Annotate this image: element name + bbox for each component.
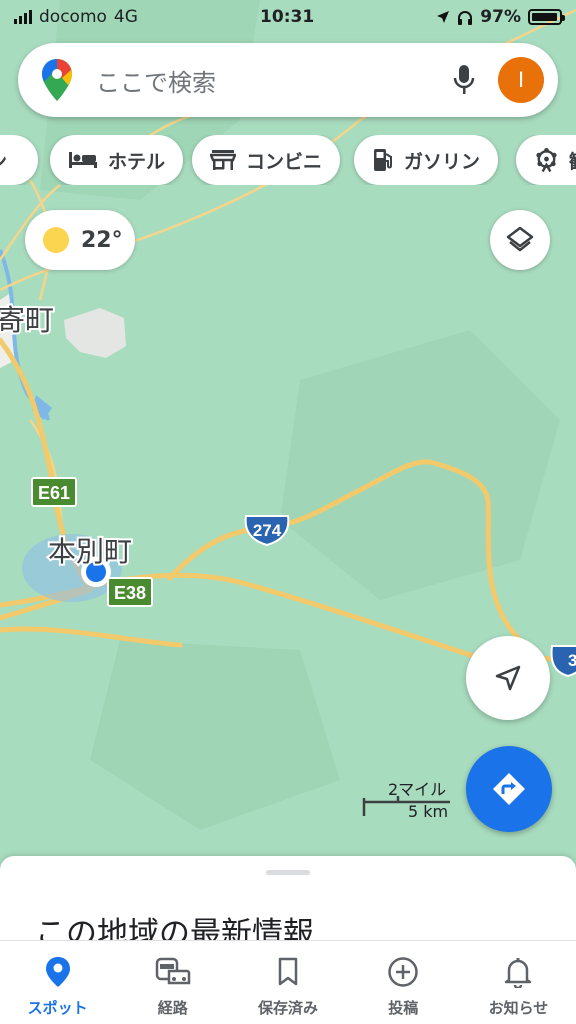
add-circle-icon [388, 957, 418, 987]
chip-restaurant[interactable]: ン [0, 135, 38, 185]
microphone-icon [453, 65, 475, 94]
attraction-icon [536, 147, 557, 173]
commute-icon [155, 957, 191, 985]
chip-label: 観 [569, 147, 576, 174]
shield-e61: E61 [31, 477, 77, 507]
town-label-north: 寄町 [0, 303, 54, 337]
nav-label: 投稿 [388, 999, 419, 1017]
signal-strength-icon [14, 10, 32, 24]
chip-hotel[interactable]: ホテル [50, 135, 184, 185]
search-input[interactable]: ここで検索 [96, 63, 444, 98]
explore-pin-icon [45, 957, 70, 987]
battery-icon [527, 9, 565, 25]
voice-search-button[interactable] [444, 60, 484, 100]
directions-icon [493, 773, 525, 805]
category-chips: ン ホテル コンビニ ガソリン 観 [0, 135, 576, 185]
status-bar: docomo 4G 10:31 97% [0, 0, 576, 34]
chip-label: ホテル [108, 150, 166, 173]
nav-label: お知らせ [488, 999, 549, 1017]
chip-convenience-store[interactable]: コンビニ [192, 135, 341, 185]
nav-tab-saved[interactable]: 保存済み [230, 941, 345, 1024]
scale-metric: 5 km [408, 802, 449, 821]
google-maps-logo-icon [42, 59, 72, 101]
svg-text:39: 39 [568, 651, 576, 670]
sun-icon [43, 227, 69, 253]
sheet-drag-handle[interactable] [266, 870, 310, 875]
headphones-icon [458, 10, 473, 25]
map-scale: 2マイル 5 km [362, 776, 456, 826]
bookmark-icon [278, 957, 298, 986]
chip-label: ガソリン [404, 150, 481, 173]
hotel-icon [69, 152, 97, 168]
account-avatar[interactable]: I [498, 57, 544, 103]
shield-e38: E38 [107, 577, 153, 607]
search-bar[interactable]: ここで検索 I [18, 43, 558, 117]
directions-button[interactable] [466, 746, 552, 832]
bottom-navigation: スポット 経路 保存済み 投稿 お知らせ [0, 940, 576, 1024]
bell-icon [505, 958, 532, 988]
layers-button[interactable] [490, 210, 550, 270]
my-location-button[interactable] [466, 636, 550, 720]
svg-text:E61: E61 [38, 483, 70, 503]
carrier-name: docomo [39, 7, 107, 27]
svg-text:274: 274 [253, 521, 282, 540]
location-arrow-icon [437, 11, 450, 23]
temperature: 22° [81, 227, 123, 253]
nav-tab-contribute[interactable]: 投稿 [346, 941, 461, 1024]
nav-tab-explore[interactable]: スポット [0, 941, 115, 1024]
nav-label: 経路 [157, 999, 188, 1017]
layers-icon [506, 226, 534, 252]
store-icon [210, 150, 236, 170]
chip-label: コンビニ [246, 150, 323, 173]
chip-attraction[interactable]: 観 [516, 135, 576, 185]
navigation-arrow-icon [495, 665, 521, 691]
gas-station-icon [374, 149, 392, 171]
svg-text:E38: E38 [114, 583, 146, 603]
chip-gas-station[interactable]: ガソリン [354, 135, 499, 185]
nav-label: 保存済み [258, 999, 319, 1017]
battery-percent: 97% [480, 7, 521, 27]
chip-label: ン [0, 147, 7, 174]
network-type: 4G [113, 7, 138, 27]
clock: 10:31 [260, 7, 315, 27]
nav-tab-commute[interactable]: 経路 [115, 941, 230, 1024]
town-label-main: 本別町 [48, 535, 132, 568]
nav-label: スポット [27, 999, 88, 1017]
nav-tab-updates[interactable]: お知らせ [461, 941, 576, 1024]
weather-badge[interactable]: 22° [25, 210, 135, 270]
